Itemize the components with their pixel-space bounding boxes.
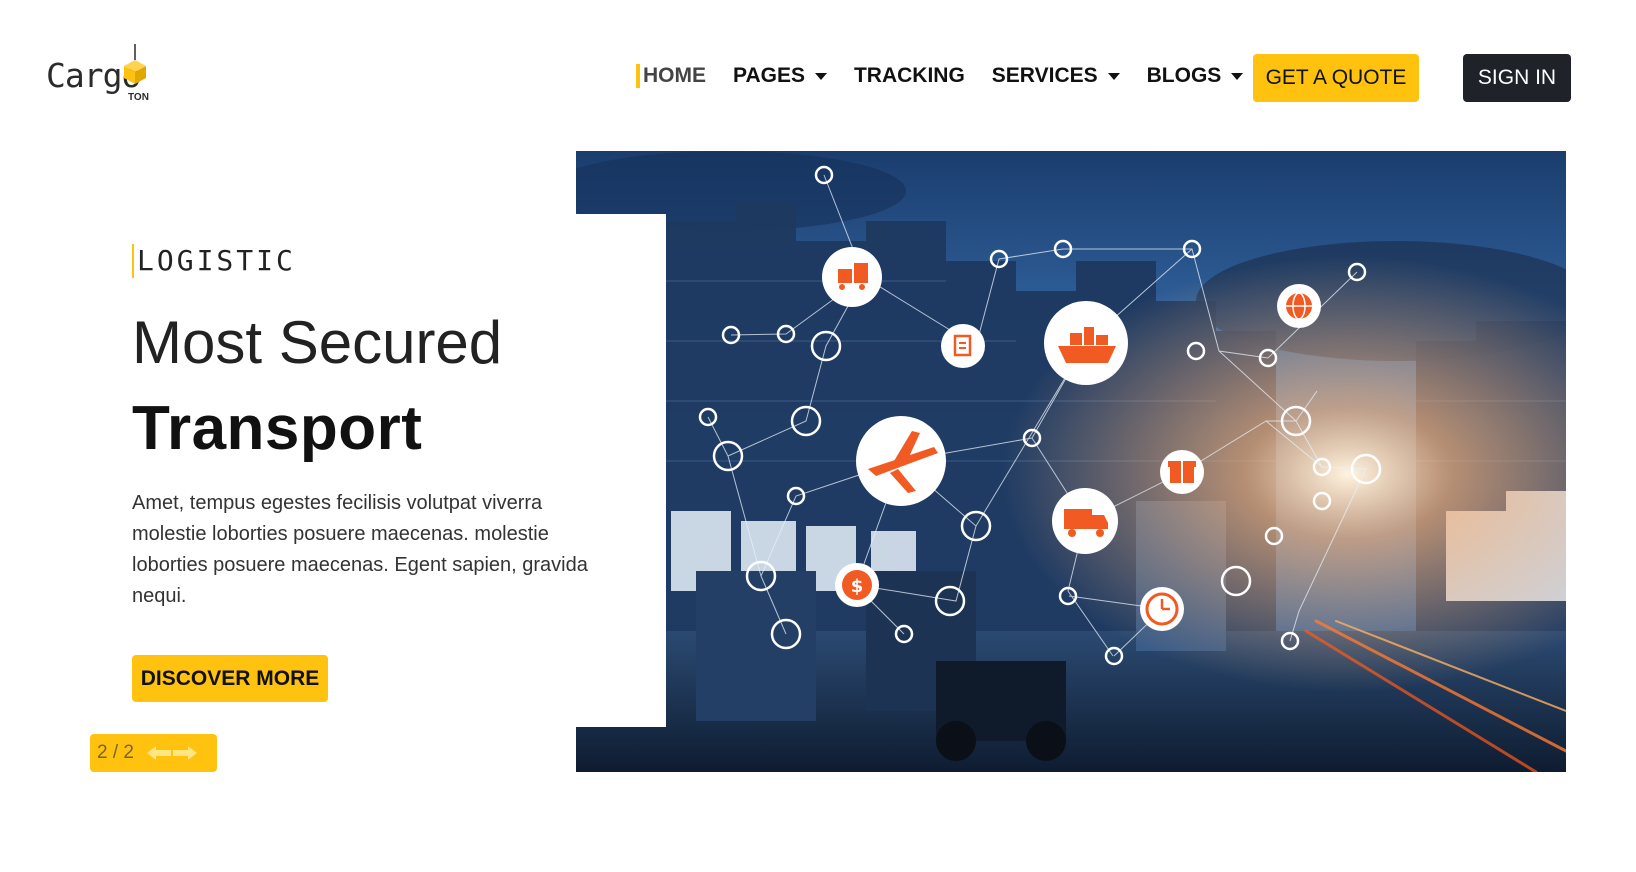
nav-item-label: TRACKING — [853, 64, 965, 87]
caret-down-icon — [1231, 72, 1244, 80]
delivery-truck-icon — [1052, 488, 1118, 554]
hero-eyebrow: LOGISTIC — [132, 244, 632, 278]
get-a-quote-button[interactable]: GET A QUOTE — [1253, 54, 1419, 102]
airplane-icon — [856, 416, 946, 506]
clock-icon — [1140, 587, 1184, 631]
main-nav: HOME PAGES TRACKING SERVICES BLOGS — [636, 52, 1270, 100]
dollar-icon: $ — [835, 563, 879, 607]
hero-image: $ — [576, 151, 1566, 772]
hero-title-bold: Transport — [132, 394, 423, 463]
nav-item-pages[interactable]: PAGES — [733, 64, 827, 88]
arrow-left-icon[interactable] — [147, 741, 171, 765]
logo-subtext: TON — [128, 92, 149, 103]
hero-title-light: Most Secured — [132, 309, 503, 376]
globe-icon — [1277, 284, 1321, 328]
logistics-network-illustration: $ — [576, 151, 1566, 772]
gift-box-icon — [1160, 450, 1204, 494]
nav-item-label: SERVICES — [991, 64, 1098, 87]
site-header: Cargo TON HOME PAGES TRACKING SERVICES B… — [0, 0, 1636, 150]
hero-content: LOGISTIC Most Secured Transport Amet, te… — [132, 244, 632, 612]
hero-description: Amet, tempus egestes fecilisis volutpat … — [132, 492, 588, 607]
nav-item-blogs[interactable]: BLOGS — [1147, 64, 1244, 88]
discover-more-button[interactable]: DISCOVER MORE — [132, 655, 328, 702]
document-icon — [941, 324, 985, 368]
caret-down-icon — [814, 72, 827, 80]
slide-counter: 2 / 2 — [97, 742, 134, 763]
svg-text:$: $ — [851, 576, 864, 597]
arrow-right-icon[interactable] — [173, 741, 197, 765]
slider-controls: 2 / 2 — [90, 734, 217, 772]
forklift-icon — [822, 247, 882, 307]
brand-logo[interactable]: Cargo TON — [46, 44, 166, 110]
nav-item-label: HOME — [643, 64, 706, 87]
nav-item-services[interactable]: SERVICES — [992, 64, 1120, 88]
cube-icon — [124, 44, 146, 84]
nav-item-label: BLOGS — [1146, 64, 1222, 87]
nav-item-tracking[interactable]: TRACKING — [854, 64, 965, 88]
nav-item-label: PAGES — [733, 64, 805, 87]
sign-in-button[interactable]: SIGN IN — [1463, 54, 1571, 102]
nav-item-home[interactable]: HOME — [636, 64, 706, 88]
caret-down-icon — [1107, 72, 1120, 80]
ship-icon — [1044, 301, 1128, 385]
